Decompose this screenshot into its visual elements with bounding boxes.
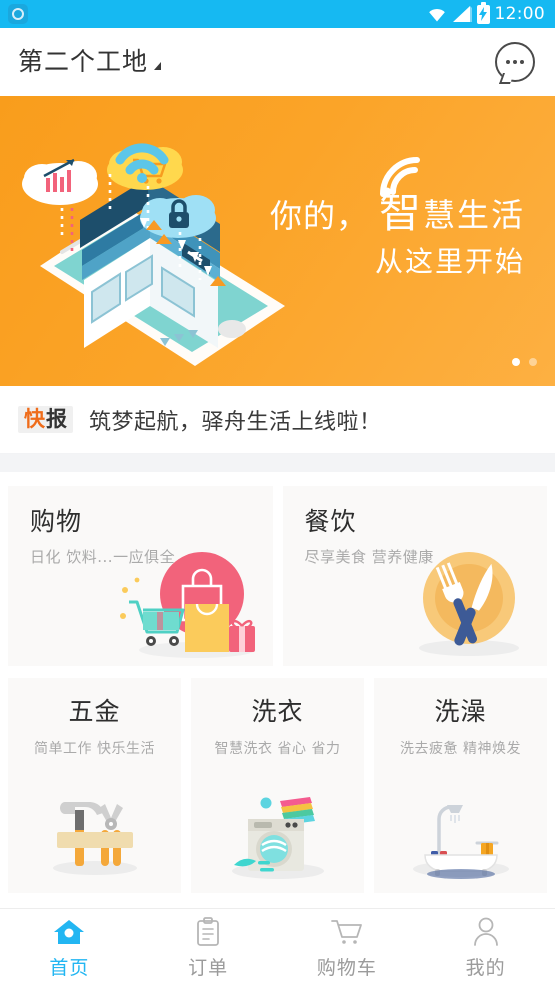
app-header: 第二个工地	[0, 28, 555, 96]
washing-machine-illustration	[231, 797, 324, 879]
chat-bubble-icon[interactable]	[495, 42, 535, 82]
news-badge-part2: 报	[46, 407, 67, 431]
hammer-pliers-illustration	[52, 802, 137, 875]
card-subtitle: 洗去疲惫 精神焕发	[400, 740, 521, 757]
nav-label: 购物车	[316, 957, 377, 979]
category-card-hardware[interactable]: 五金 简单工作 快乐生活	[8, 678, 181, 893]
shopping-bag-illustration	[119, 552, 255, 658]
status-time: 12:00	[494, 3, 545, 24]
nav-label: 首页	[49, 957, 90, 979]
category-card-laundry[interactable]: 洗衣 智慧洗衣 省心 省力	[191, 678, 364, 893]
home-icon	[53, 917, 85, 947]
nav-item-home[interactable]: 首页	[0, 909, 139, 988]
nav-label: 订单	[188, 957, 229, 979]
news-text: 筑梦起航，驿舟生活上线啦！	[89, 409, 382, 435]
fork-knife-plate-illustration	[419, 552, 519, 656]
nav-item-orders[interactable]: 订单	[139, 909, 278, 988]
category-grid: 购物 日化 饮料...一应俱全 餐饮 尽享美食 营养健康 五金 简单工作 快乐生…	[0, 486, 555, 893]
bathtub-shower-illustration	[412, 805, 509, 879]
caret-down-icon	[154, 61, 162, 70]
battery-charging-icon	[476, 1, 490, 24]
category-row-top: 购物 日化 饮料...一应俱全 餐饮 尽享美食 营养健康	[8, 486, 547, 666]
person-icon	[472, 917, 500, 947]
status-bar-left	[8, 4, 28, 24]
banner-dot-1[interactable]	[512, 358, 520, 366]
banner-pagination[interactable]	[512, 358, 537, 366]
card-title: 洗衣	[251, 697, 304, 726]
section-divider	[0, 454, 555, 472]
signal-bars-icon	[452, 6, 472, 22]
card-title: 餐饮	[304, 507, 357, 536]
page-title: 第二个工地	[18, 47, 149, 77]
status-bar: 12:00	[0, 0, 555, 28]
category-card-bathing[interactable]: 洗澡 洗去疲惫 精神焕发	[374, 678, 547, 893]
banner-line1-big: 智	[378, 188, 421, 237]
banner-line1-prefix: 你的，	[269, 197, 369, 235]
status-bar-right: 12:00	[426, 1, 546, 24]
bottom-navigation: 首页 订单 购物车 我的	[0, 908, 555, 988]
nav-item-cart[interactable]: 购物车	[278, 909, 417, 988]
card-title: 购物	[30, 507, 83, 536]
card-title: 洗澡	[434, 697, 487, 726]
banner-copy: 你的， 智 慧生活 从这里开始	[270, 192, 525, 276]
promo-banner[interactable]: 你的， 智 慧生活 从这里开始	[0, 96, 555, 386]
news-ticker[interactable]: 快报 筑梦起航，驿舟生活上线啦！	[0, 386, 555, 454]
news-badge: 快报	[18, 406, 73, 433]
site-selector[interactable]: 第二个工地	[18, 47, 162, 77]
wifi-icon	[428, 8, 445, 22]
smart-home-phone-illustration	[22, 143, 285, 366]
nav-label: 我的	[465, 957, 506, 979]
category-card-shopping[interactable]: 购物 日化 饮料...一应俱全	[8, 486, 273, 666]
banner-dot-2[interactable]	[529, 358, 537, 366]
card-subtitle: 智慧洗衣 省心 省力	[214, 740, 341, 757]
news-badge-part1: 快	[24, 407, 45, 431]
category-row-bottom: 五金 简单工作 快乐生活 洗衣 智慧洗衣 省心 省力 洗澡 洗去疲惫 精神焕发	[8, 678, 547, 893]
clipboard-icon	[195, 917, 221, 947]
card-title: 五金	[68, 697, 121, 726]
category-card-dining[interactable]: 餐饮 尽享美食 营养健康	[282, 486, 547, 666]
nav-item-profile[interactable]: 我的	[416, 909, 555, 988]
cart-icon	[330, 917, 363, 947]
card-subtitle: 简单工作 快乐生活	[34, 740, 155, 757]
app-logo-icon	[8, 4, 28, 24]
banner-line2: 从这里开始	[374, 245, 525, 278]
banner-line1-rest: 慧生活	[422, 196, 525, 234]
